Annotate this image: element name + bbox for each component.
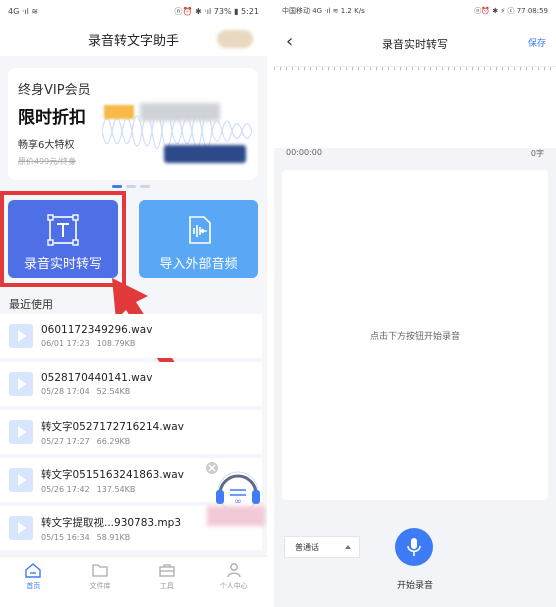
file-item[interactable]: 转文字0527172716214.wav 05/27 17:27 66.29KB [0,410,262,454]
file-date: 05/28 17:04 [41,387,90,396]
tab-home-label: 首页 [26,582,41,590]
status-right: ⓝ⏰ ✱ ⚡ ⓒ 77 08:59 [474,7,548,15]
record-info-row: 00:00:00 0字 [274,148,556,159]
app-header: 录音转文字助手 [0,22,267,56]
language-value: 普通话 [295,542,319,552]
word-count: 0字 [530,149,544,158]
app-title: 录音转文字助手 [87,33,179,49]
tab-home[interactable]: 首页 [0,557,67,607]
audio-file-icon [9,372,33,396]
import-audio-label: 导入外部音频 [159,257,238,272]
start-record-label: 开始录音 [396,581,433,591]
file-name: 0528170440141.wav [41,372,153,384]
file-date: 05/26 17:42 [41,484,90,494]
tab-tools[interactable]: 工具 [134,557,201,607]
toolbox-icon [159,564,175,577]
file-date: 05/15 16:34 [41,532,90,542]
home-screen: 4G ·ıl ≋ ⓝ⏰ ✱ ·ıl 73% ▮ 5:21 录音转文字助手 终身V… [0,0,267,607]
file-date: 06/01 17:23 [41,339,90,348]
transcribe-screen: 中国移动 4G ·ıl ≋ 1.2 K/s ⓝ⏰ ✱ ⚡ ⓒ 77 08:59 … [274,0,556,607]
import-audio-button[interactable]: 导入外部音频 [139,200,258,278]
tab-profile-label: 个人中心 [219,582,248,590]
audio-file-icon [9,420,33,444]
save-button[interactable]: 保存 [528,36,546,49]
file-item[interactable]: 0601172349296.wav 06/01 17:23 108.79KB [0,314,262,358]
record-timer: 00:00:00 [286,148,322,157]
page-header: ‹ 录音实时转写 保存 [274,22,556,66]
tab-files-label: 文件库 [89,582,111,590]
home-icon [25,563,42,578]
bottom-tab-bar: 首页 文件库 工具 个人中心 [0,556,267,607]
status-left: 4G ·ıl ≋ [8,6,39,16]
caret-up-icon [345,545,351,549]
blurred-price [140,103,220,121]
back-icon[interactable]: ‹ [286,32,293,52]
file-name: 转文字提取视...930783.mp3 [41,516,182,529]
transcript-hint: 点击下方按钮开始录音 [369,331,460,342]
file-date: 05/27 17:27 [41,436,90,446]
folder-icon [92,564,108,577]
audio-file-icon [9,516,33,540]
import-audio-icon [188,216,211,244]
file-item[interactable]: 0528170440141.wav 05/28 17:04 52.54KB [0,362,262,406]
status-left: 中国移动 4G ·ıl ≋ 1.2 K/s [282,7,365,15]
status-right: ⓝ⏰ ✱ ·ıl 73% ▮ 5:21 [174,6,259,16]
audio-file-icon [9,324,33,348]
highlight-box [0,191,126,287]
microphone-icon [407,538,421,556]
blurred-float-label [207,506,265,526]
tab-tools-label: 工具 [159,582,174,590]
file-size: 66.29KB [96,436,131,446]
carousel-indicator [112,185,150,188]
tab-files[interactable]: 文件库 [67,557,134,607]
vip-banner[interactable]: 终身VIP会员 限时折扣 畅享6大特权 原价499元/终身 [8,68,258,180]
blurred-avatar[interactable] [217,30,253,48]
page-title: 录音实时转写 [382,38,448,51]
start-record-button[interactable] [395,528,433,566]
language-select[interactable]: 普通话 [284,536,360,558]
waveform-ruler [274,66,556,74]
status-bar: 中国移动 4G ·ıl ≋ 1.2 K/s ⓝ⏰ ✱ ⚡ ⓒ 77 08:59 [274,0,556,22]
file-name: 转文字0527172716214.wav [41,420,184,433]
transcript-area[interactable]: 点击下方按钮开始录音 [282,170,548,500]
person-icon [226,563,241,578]
file-name: 0601172349296.wav [41,324,153,336]
tab-profile[interactable]: 个人中心 [200,557,267,607]
audio-file-icon [9,468,33,492]
blurred-buy-button[interactable] [164,145,246,163]
file-size: 108.79KB [96,339,136,348]
recent-heading: 最近使用 [9,298,53,311]
file-size: 58.91KB [96,532,131,542]
file-size: 52.54KB [96,387,131,396]
blurred-tag [104,105,134,119]
status-bar: 4G ·ıl ≋ ⓝ⏰ ✱ ·ıl 73% ▮ 5:21 [0,0,267,22]
file-size: 137.54KB [96,484,136,494]
file-name: 转文字0515163241863.wav [41,468,184,481]
waveform-area [274,74,556,148]
